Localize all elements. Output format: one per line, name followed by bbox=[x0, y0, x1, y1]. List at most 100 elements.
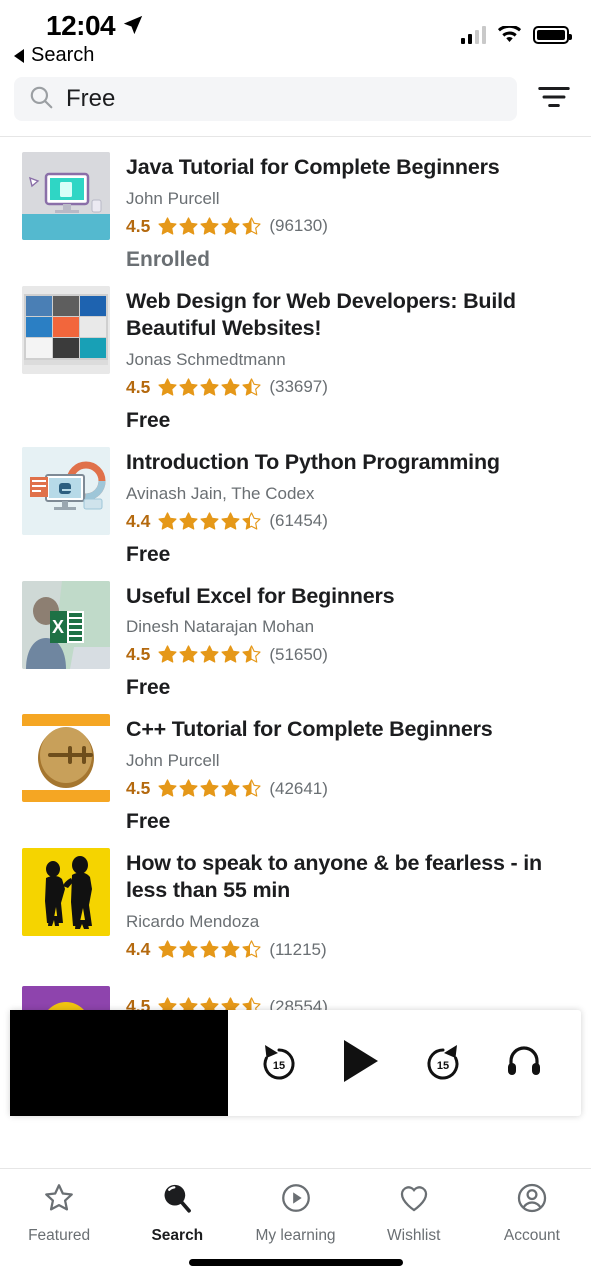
home-indicator bbox=[188, 1259, 403, 1266]
star-rating-icons bbox=[157, 216, 262, 237]
star-icon bbox=[158, 645, 177, 663]
battery-full-icon bbox=[533, 26, 572, 44]
list-item[interactable]: Introduction To Python Programming Avina… bbox=[0, 433, 591, 567]
rating-score: 4.5 bbox=[126, 778, 151, 799]
two-men-talking-yellow-thumbnail bbox=[22, 848, 110, 937]
course-title: Introduction To Python Programming bbox=[126, 449, 500, 474]
play-button[interactable] bbox=[340, 1038, 382, 1089]
course-title: How to speak to anyone & be fearless - i… bbox=[126, 851, 542, 903]
tab-wishlist[interactable]: Wishlist bbox=[355, 1181, 473, 1245]
star-rating-icons bbox=[157, 939, 262, 960]
search-icon bbox=[28, 84, 54, 115]
tab-my-learning[interactable]: My learning bbox=[236, 1181, 354, 1245]
forward-seconds-label: 15 bbox=[437, 1060, 449, 1072]
app-root: 12:04 Search Free Java Tutorial for Comp… bbox=[0, 0, 591, 1280]
course-author: John Purcell bbox=[126, 188, 220, 208]
mini-player[interactable]: 15 15 bbox=[10, 1010, 581, 1116]
course-price: Enrolled bbox=[126, 247, 211, 271]
rewind-15-button[interactable]: 15 bbox=[257, 1041, 301, 1085]
rating-count: (61454) bbox=[269, 511, 328, 530]
course-price: Free bbox=[126, 542, 171, 566]
tab-account[interactable]: Account bbox=[473, 1181, 591, 1245]
list-item[interactable]: Java Tutorial for Complete Beginners Joh… bbox=[0, 138, 591, 272]
list-item[interactable]: Web Design for Web Developers: Build Bea… bbox=[0, 272, 591, 433]
heart-icon bbox=[397, 1181, 431, 1220]
star-icon bbox=[158, 511, 177, 530]
star-icon bbox=[179, 511, 198, 530]
status-bar-time: 12:04 bbox=[46, 10, 116, 41]
web-design-grid-thumbnail bbox=[22, 285, 110, 374]
star-icon bbox=[179, 377, 198, 396]
course-title: Useful Excel for Beginners bbox=[126, 583, 395, 608]
rating-count: (42641) bbox=[269, 778, 328, 798]
headphones-icon bbox=[504, 1041, 544, 1086]
star-icon bbox=[221, 377, 240, 396]
search-input[interactable] bbox=[66, 85, 503, 113]
star-icon bbox=[179, 217, 198, 235]
filter-icon bbox=[537, 84, 571, 115]
course-title: Java Tutorial for Complete Beginners bbox=[126, 155, 500, 179]
back-triangle-icon bbox=[14, 48, 24, 63]
rating-count: (11215) bbox=[269, 939, 327, 959]
star-icon bbox=[200, 779, 219, 797]
star-icon bbox=[242, 779, 261, 797]
cellular-signal-icon bbox=[460, 26, 486, 44]
tab-label: Account bbox=[503, 1227, 560, 1244]
rating-count: (33697) bbox=[269, 377, 328, 397]
rewind-seconds-label: 15 bbox=[273, 1060, 285, 1072]
tab-label: My learning bbox=[255, 1227, 336, 1244]
course-author: Jonas Schmedtmann bbox=[126, 349, 286, 369]
list-item[interactable]: X Useful Excel for Beginners Dinesh Nata… bbox=[0, 567, 591, 701]
headphones-button[interactable] bbox=[504, 1041, 544, 1086]
tab-search[interactable]: Search bbox=[118, 1181, 236, 1245]
star-icon bbox=[221, 940, 240, 958]
course-rating: 4.5 (33697) bbox=[126, 377, 575, 398]
course-author: Dinesh Natarajan Mohan bbox=[126, 617, 315, 637]
rating-score: 4.5 bbox=[126, 376, 151, 397]
star-rating-icons bbox=[157, 644, 262, 665]
player-controls: 15 15 bbox=[228, 1038, 581, 1089]
rating-score: 4.4 bbox=[126, 510, 151, 531]
star-icon bbox=[42, 1181, 76, 1220]
rating-count: (51650) bbox=[269, 644, 328, 664]
star-icon bbox=[158, 779, 177, 797]
forward-15-button[interactable]: 15 bbox=[421, 1041, 465, 1085]
course-author: Ricardo Mendoza bbox=[126, 912, 260, 931]
star-icon bbox=[158, 217, 177, 235]
star-icon bbox=[200, 645, 219, 663]
list-item[interactable]: How to speak to anyone & be fearless - i… bbox=[0, 834, 591, 960]
star-icon bbox=[179, 779, 198, 797]
star-icon bbox=[200, 217, 219, 235]
python-workstation-thumbnail bbox=[22, 446, 110, 535]
filter-button[interactable] bbox=[531, 77, 577, 121]
star-icon bbox=[242, 940, 261, 958]
status-bar: 12:04 Search bbox=[0, 0, 591, 66]
star-icon bbox=[242, 377, 261, 396]
course-author: Avinash Jain, The Codex bbox=[126, 483, 315, 503]
tab-label: Search bbox=[151, 1227, 204, 1244]
course-rating: 4.5 (42641) bbox=[126, 778, 575, 799]
java-desktop-thumbnail bbox=[22, 152, 110, 240]
tab-label: Wishlist bbox=[387, 1227, 441, 1244]
wifi-icon bbox=[497, 24, 522, 44]
star-icon bbox=[221, 779, 240, 797]
star-icon bbox=[200, 940, 219, 958]
list-item[interactable]: C++ Tutorial for Complete Beginners John… bbox=[0, 700, 591, 834]
star-icon bbox=[242, 645, 261, 663]
course-rating: 4.5 (51650) bbox=[126, 644, 575, 665]
star-icon bbox=[200, 377, 219, 396]
star-icon bbox=[179, 645, 198, 663]
star-icon bbox=[242, 511, 261, 530]
course-price: Free bbox=[126, 408, 171, 432]
back-to-search-link[interactable]: Search bbox=[14, 44, 94, 67]
star-icon bbox=[158, 940, 177, 958]
course-rating: 4.4 (61454) bbox=[126, 511, 575, 532]
star-icon bbox=[158, 377, 177, 396]
rating-score: 4.5 bbox=[126, 215, 151, 236]
course-price: Free bbox=[126, 810, 171, 834]
cpp-coin-thumbnail bbox=[22, 714, 110, 803]
rating-score: 4.5 bbox=[126, 644, 151, 665]
video-preview-black[interactable] bbox=[10, 1010, 228, 1116]
search-field[interactable] bbox=[14, 77, 517, 121]
tab-featured[interactable]: Featured bbox=[0, 1181, 118, 1245]
